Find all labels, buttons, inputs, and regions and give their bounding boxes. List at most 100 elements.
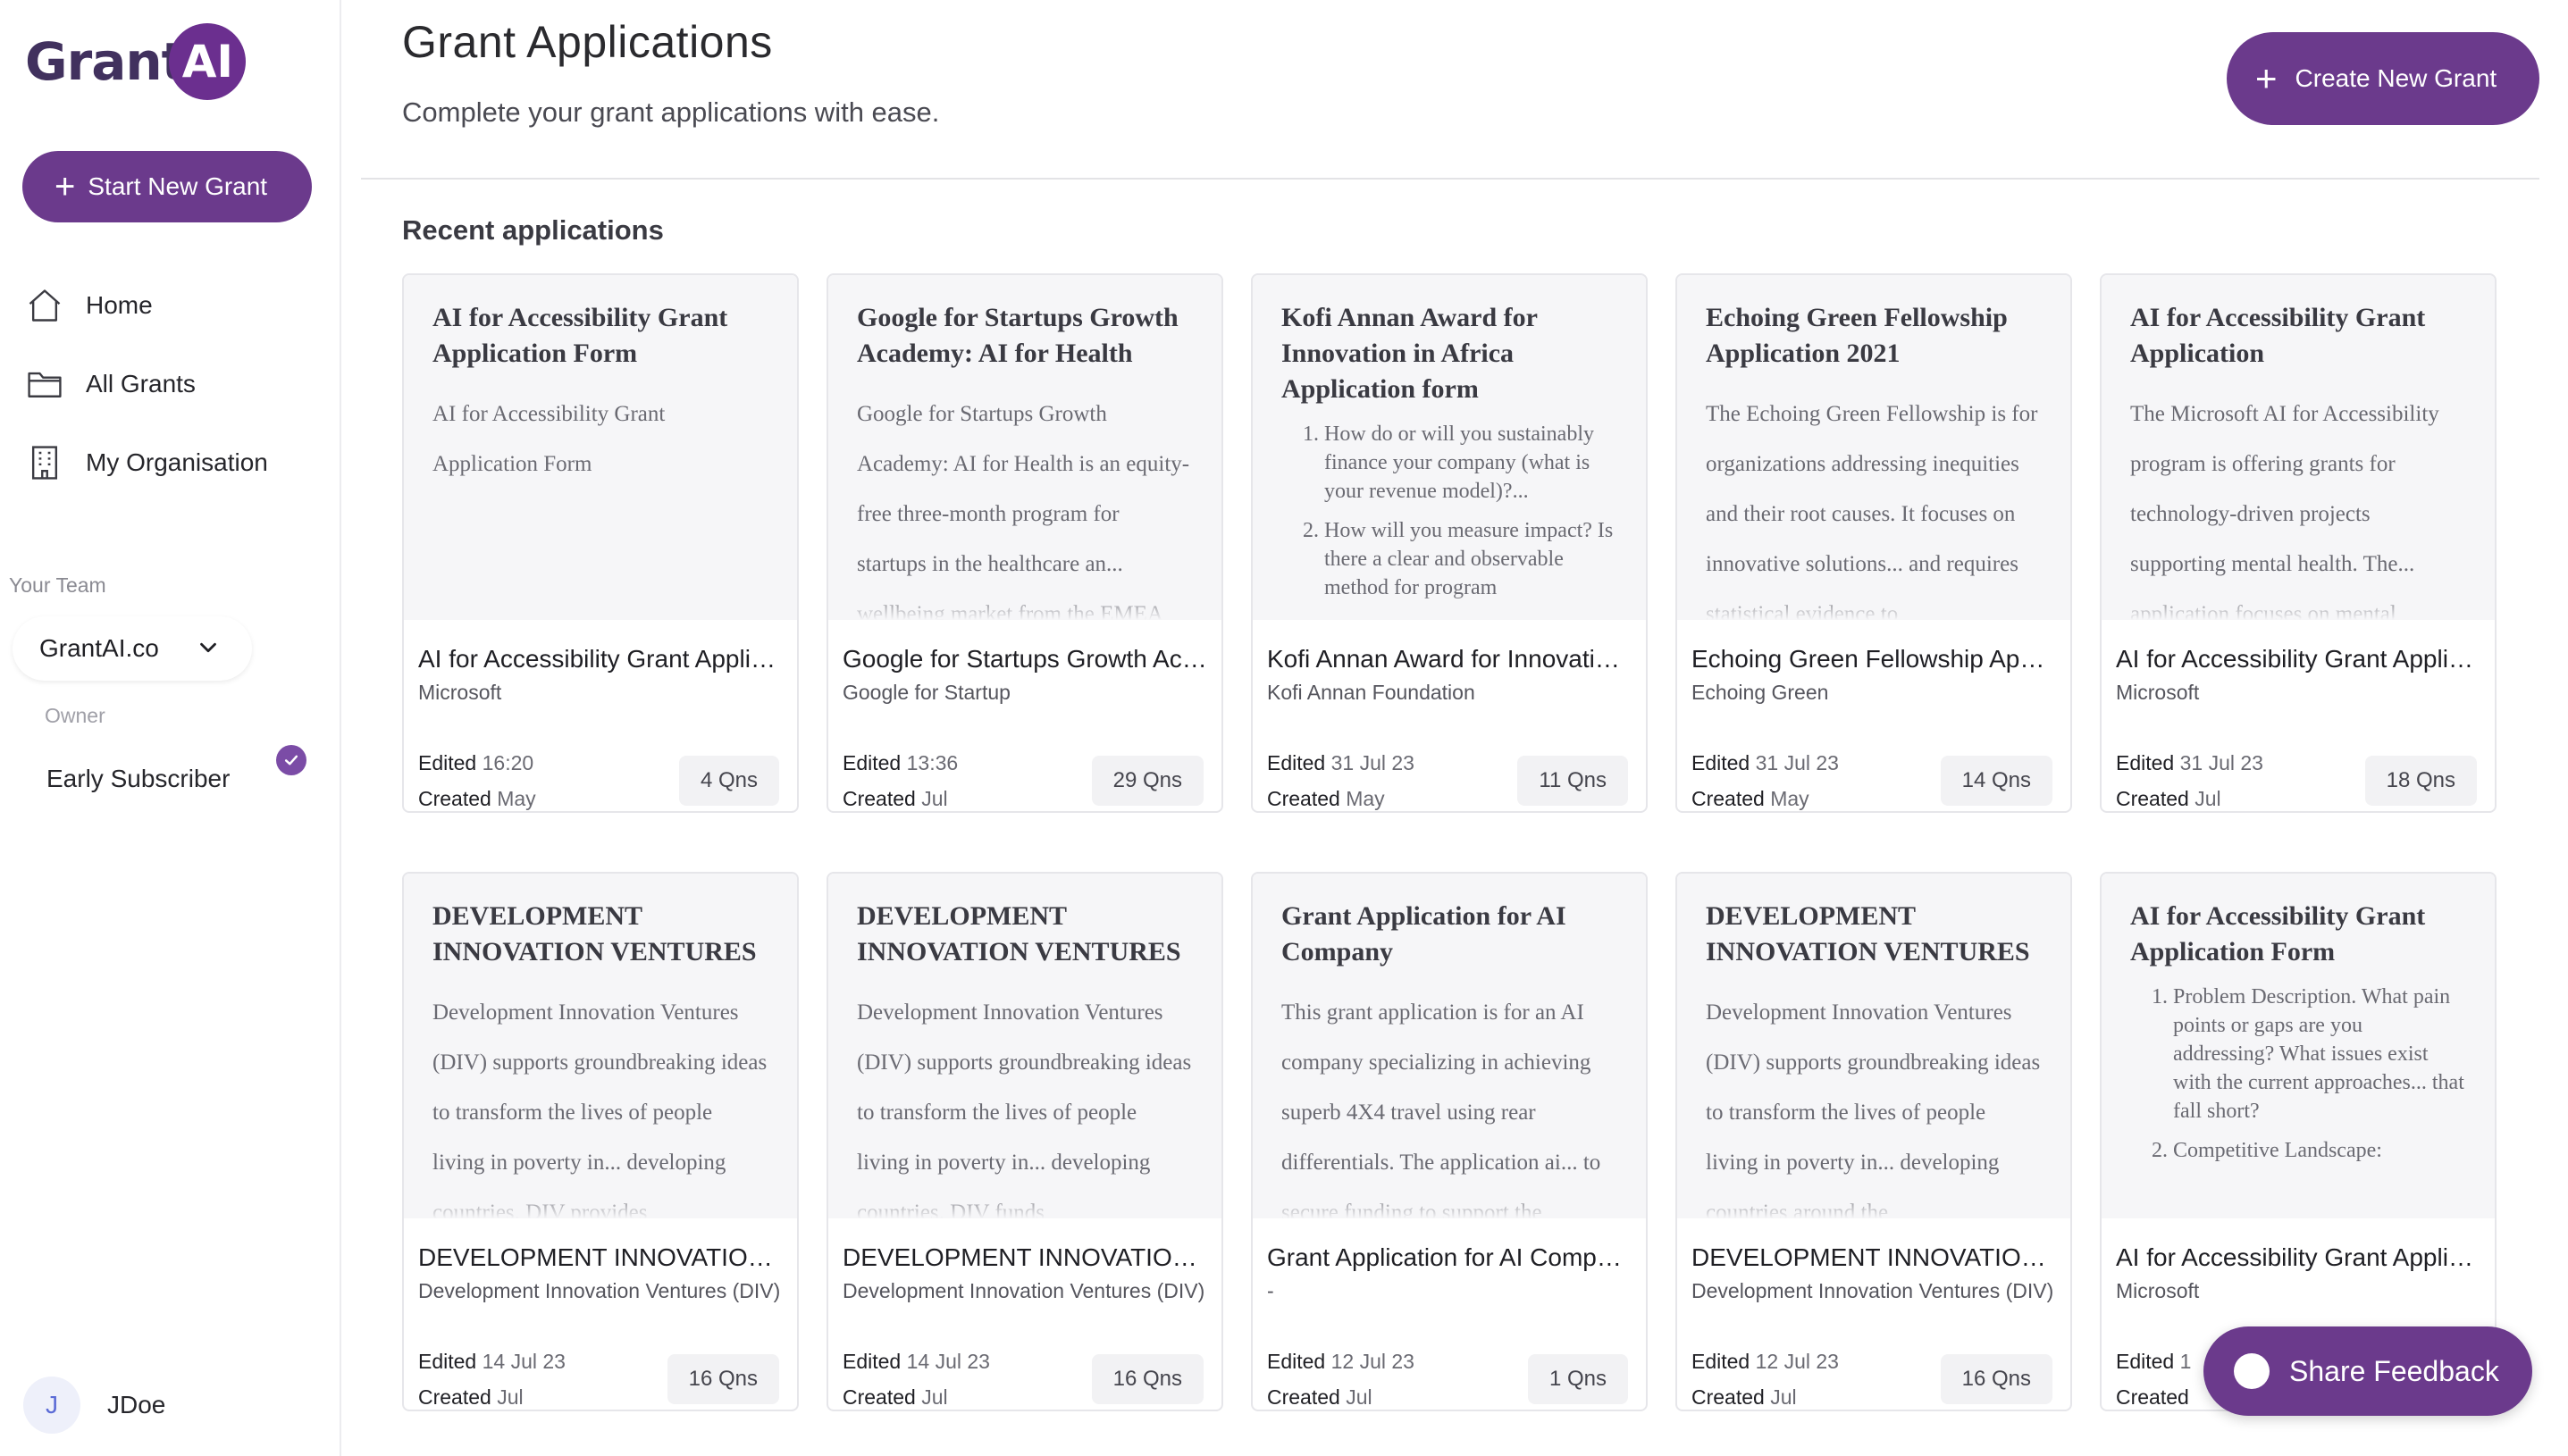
application-card[interactable]: DEVELOPMENT INNOVATION VENTURES Developm… <box>1675 872 2072 1411</box>
create-new-grant-button[interactable]: + Create New Grant <box>2227 32 2539 125</box>
preview-body: The Echoing Green Fellowship is for orga… <box>1706 402 2038 620</box>
edited-label: Edited <box>418 1350 477 1373</box>
created-label: Created <box>1691 1385 1765 1409</box>
sidebar: Grant AI + Start New Grant Home All Gran… <box>0 0 341 1456</box>
preview-list-item: Competitive Landscape: <box>2173 1136 2466 1165</box>
card-footer: Grant Application for AI Company - Edite… <box>1253 1218 1646 1410</box>
edited-value: 31 Jul 23 <box>1330 751 1414 774</box>
edited-value: 13:36 <box>906 751 959 774</box>
created-label: Created <box>418 787 491 810</box>
logo[interactable]: Grant AI <box>25 21 247 102</box>
card-org: Microsoft <box>2116 1279 2200 1302</box>
share-feedback-button[interactable]: Share Feedback <box>2203 1326 2532 1416</box>
card-org: Kofi Annan Foundation <box>1267 681 1475 704</box>
card-dates: Edited 13:36 Created Jul <box>843 745 959 811</box>
edited-value: 31 Jul 23 <box>2179 751 2263 774</box>
preview-title: Echoing Green Fellowship Application 202… <box>1706 303 2008 368</box>
card-preview: Google for Startups Growth Academy: AI f… <box>828 275 1221 620</box>
application-card[interactable]: Echoing Green Fellowship Application 202… <box>1675 273 2072 813</box>
preview-title: Grant Application for AI Company <box>1281 901 1566 966</box>
application-card[interactable]: DEVELOPMENT INNOVATION VENTURES Developm… <box>827 872 1223 1411</box>
card-dates: Edited 14 Jul 23 Created Jul <box>843 1343 990 1410</box>
created-value: Jul <box>2195 787 2221 810</box>
preview-body: Development Innovation Ventures (DIV) su… <box>432 1000 768 1218</box>
logo-ai-badge: AI <box>169 23 247 100</box>
page-title: Grant Applications <box>402 17 773 67</box>
plus-icon: + <box>2255 57 2278 99</box>
preview-fade <box>404 593 797 620</box>
team-select[interactable]: GrantAI.co <box>13 616 252 681</box>
created-value: Jul <box>921 787 948 810</box>
preview-list-item: Problem Description. What pain points or… <box>2173 983 2466 1125</box>
section-title: Recent applications <box>402 214 664 246</box>
preview-body: This grant application is for an AI comp… <box>1281 1000 1601 1218</box>
created-value: May <box>497 787 536 810</box>
plan-label: Early Subscriber <box>46 765 231 792</box>
preview-list-item: How do or will you sustainably finance y… <box>1324 420 1617 506</box>
team-name: GrantAI.co <box>39 634 159 662</box>
card-name: DEVELOPMENT INNOVATION VENTURES <box>1691 1243 2056 1271</box>
preview-fade <box>828 593 1221 620</box>
preview-title: DEVELOPMENT INNOVATION VENTURES <box>857 901 1181 966</box>
application-card[interactable]: AI for Accessibility Grant Application F… <box>402 273 799 813</box>
edited-value: 16:20 <box>482 751 534 774</box>
card-preview: DEVELOPMENT INNOVATION VENTURES Developm… <box>404 874 797 1218</box>
card-dates: Edited 31 Jul 23 Created Jul <box>2116 745 2263 811</box>
card-name: Kofi Annan Award for Innovation in Afric… <box>1267 645 1632 673</box>
card-dates: Edited 31 Jul 23 Created May <box>1691 745 1839 811</box>
card-name: AI for Accessibility Grant Application <box>2116 645 2480 673</box>
plus-icon: + <box>55 167 76 206</box>
folder-icon <box>25 364 64 404</box>
preview-title: DEVELOPMENT INNOVATION VENTURES <box>1706 901 2030 966</box>
owner-caption: Owner <box>45 704 105 727</box>
card-preview: AI for Accessibility Grant Application T… <box>2102 275 2495 620</box>
card-footer: Echoing Green Fellowship Application 202… <box>1677 620 2070 811</box>
preview-title: AI for Accessibility Grant Application F… <box>2130 901 2426 966</box>
card-org: Microsoft <box>2116 681 2200 704</box>
edited-value: 14 Jul 23 <box>482 1350 566 1373</box>
created-label: Created <box>1267 1385 1340 1409</box>
card-preview: AI for Accessibility Grant Application F… <box>404 275 797 620</box>
user-profile[interactable]: J JDoe <box>23 1377 165 1434</box>
card-footer: AI for Accessibility Grant Application M… <box>2102 620 2495 811</box>
questions-badge: 4 Qns <box>678 756 779 806</box>
questions-badge: 29 Qns <box>1091 756 1204 806</box>
card-name: Grant Application for AI Company <box>1267 1243 1632 1271</box>
created-label: Created <box>1691 787 1765 810</box>
avatar: J <box>23 1377 80 1434</box>
created-label: Created <box>418 1385 491 1409</box>
created-value: Jul <box>921 1385 948 1409</box>
questions-badge: 18 Qns <box>2364 756 2477 806</box>
card-footer: DEVELOPMENT INNOVATION VENTURES Developm… <box>404 1218 797 1410</box>
application-card[interactable]: Grant Application for AI Company This gr… <box>1251 872 1648 1411</box>
card-footer: DEVELOPMENT INNOVATION VENTURES Developm… <box>828 1218 1221 1410</box>
created-label: Created <box>843 1385 916 1409</box>
questions-badge: 11 Qns <box>1517 756 1628 806</box>
edited-value: 12 Jul 23 <box>1755 1350 1839 1373</box>
application-card[interactable]: AI for Accessibility Grant Application T… <box>2100 273 2497 813</box>
card-org: - <box>1267 1279 1274 1302</box>
created-value: May <box>1770 787 1809 810</box>
application-card[interactable]: Kofi Annan Award for Innovation in Afric… <box>1251 273 1648 813</box>
created-value: May <box>1346 787 1385 810</box>
preview-list-item: How will you measure impact? Is there a … <box>1324 516 1617 602</box>
preview-title: Kofi Annan Award for Innovation in Afric… <box>1281 303 1538 404</box>
created-label: Created <box>1267 787 1340 810</box>
page-subtitle: Complete your grant applications with ea… <box>402 96 940 128</box>
nav-item-my-organisation[interactable]: My Organisation <box>25 436 268 490</box>
edited-label: Edited <box>1691 751 1750 774</box>
edited-label: Edited <box>1267 751 1326 774</box>
nav-item-all-grants[interactable]: All Grants <box>25 357 196 411</box>
created-label: Created <box>2116 787 2189 810</box>
header-divider <box>361 178 2539 180</box>
card-dates: Edited 14 Jul 23 Created Jul <box>418 1343 566 1410</box>
card-preview: AI for Accessibility Grant Application F… <box>2102 874 2495 1218</box>
preview-body: AI for Accessibility Grant Application F… <box>432 402 666 476</box>
card-dates: Edited 12 Jul 23 Created Jul <box>1691 1343 1839 1410</box>
start-new-grant-button[interactable]: + Start New Grant <box>22 151 312 222</box>
nav-item-home[interactable]: Home <box>25 279 153 332</box>
preview-title: Google for Startups Growth Academy: AI f… <box>857 303 1179 368</box>
application-card[interactable]: DEVELOPMENT INNOVATION VENTURES Developm… <box>402 872 799 1411</box>
home-icon <box>25 286 64 325</box>
application-card[interactable]: Google for Startups Growth Academy: AI f… <box>827 273 1223 813</box>
